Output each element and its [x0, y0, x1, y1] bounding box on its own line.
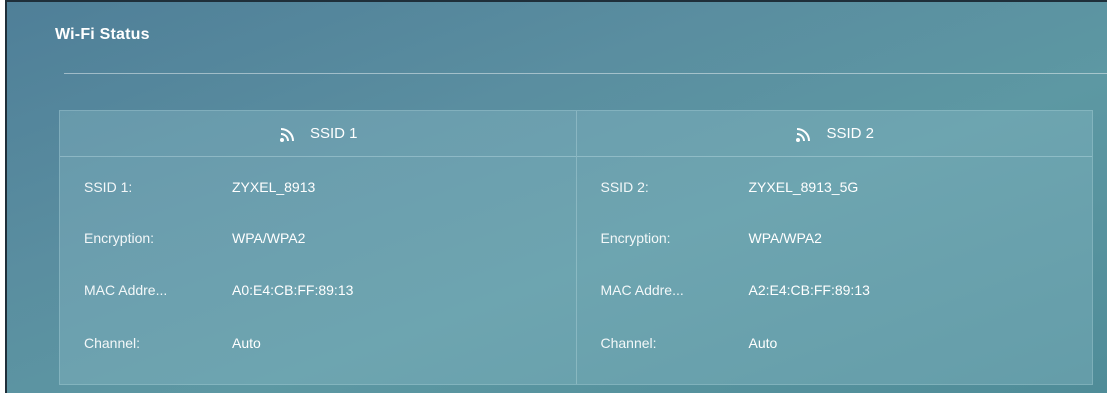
wifi-icon [796, 127, 811, 142]
ssid2-row-mac: MAC Addre... A2:E4:CB:FF:89:13 [577, 278, 1093, 302]
row-value: ZYXEL_8913 [232, 179, 316, 195]
row-value: Auto [232, 335, 261, 351]
row-label: Channel: [84, 335, 141, 351]
ssid-status-table: SSID 1 SSID 1: ZYXEL_8913 Encryption: WP… [59, 110, 1093, 385]
ssid2-header-label: SSID 2 [826, 125, 875, 142]
ssid2-column: SSID 2 SSID 2: ZYXEL_8913_5G Encryption:… [575, 111, 1093, 384]
wifi-icon [279, 127, 294, 142]
ssid1-header: SSID 1 [60, 111, 576, 157]
row-value: WPA/WPA2 [748, 230, 822, 246]
row-label: Channel: [600, 335, 657, 351]
panel-title: Wi-Fi Status [55, 26, 150, 43]
ssid2-header: SSID 2 [576, 111, 1092, 157]
ssid1-row-name: SSID 1: ZYXEL_8913 [60, 175, 576, 199]
ssid1-column: SSID 1 SSID 1: ZYXEL_8913 Encryption: WP… [60, 111, 576, 384]
row-value: Auto [748, 335, 778, 351]
ssid1-header-label: SSID 1 [309, 125, 358, 142]
ssid1-row-channel: Channel: Auto [60, 331, 576, 355]
row-value: A2:E4:CB:FF:89:13 [748, 282, 870, 298]
ssid2-row-encryption: Encryption: WPA/WPA2 [577, 226, 1093, 250]
row-label: Encryption: [600, 230, 671, 246]
ssid1-row-mac: MAC Addre... A0:E4:CB:FF:89:13 [60, 278, 576, 302]
row-value: WPA/WPA2 [232, 230, 306, 246]
row-label: SSID 2: [600, 179, 649, 195]
title-divider [64, 73, 1107, 74]
wifi-status-panel: Wi-Fi Status SSID 1 SSID 1: ZYXEL_8913 E… [5, 0, 1107, 393]
row-value: ZYXEL_8913_5G [748, 179, 859, 195]
row-label: MAC Addre... [84, 282, 168, 298]
ssid1-row-encryption: Encryption: WPA/WPA2 [60, 226, 576, 250]
ssid2-row-channel: Channel: Auto [577, 331, 1093, 355]
ssid2-row-name: SSID 2: ZYXEL_8913_5G [577, 175, 1093, 199]
row-label: SSID 1: [84, 179, 133, 195]
row-label: Encryption: [84, 230, 155, 246]
row-label: MAC Addre... [600, 282, 684, 298]
row-value: A0:E4:CB:FF:89:13 [232, 282, 354, 298]
